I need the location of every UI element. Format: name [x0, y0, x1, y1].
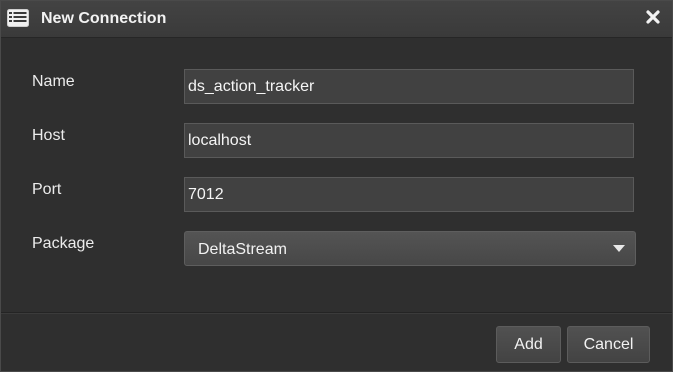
name-label: Name: [32, 73, 75, 90]
add-button[interactable]: Add: [496, 326, 561, 363]
dialog-title: New Connection: [41, 10, 167, 27]
list-window-icon: [7, 9, 29, 27]
dialog-titlebar: New Connection: [1, 1, 672, 38]
close-icon: [646, 9, 660, 29]
footer-divider: [1, 312, 672, 313]
package-select[interactable]: DeltaStream: [184, 231, 636, 266]
name-field[interactable]: [184, 69, 634, 104]
new-connection-dialog: New Connection Name Host Port Package De…: [0, 0, 673, 372]
chevron-down-icon: [613, 245, 625, 252]
close-button[interactable]: [639, 6, 667, 32]
port-label: Port: [32, 181, 62, 198]
port-field[interactable]: [184, 177, 634, 212]
cancel-button[interactable]: Cancel: [567, 326, 650, 363]
package-selected-value: DeltaStream: [198, 241, 287, 258]
host-label: Host: [32, 127, 65, 144]
package-label: Package: [32, 235, 95, 252]
host-field[interactable]: [184, 123, 634, 158]
